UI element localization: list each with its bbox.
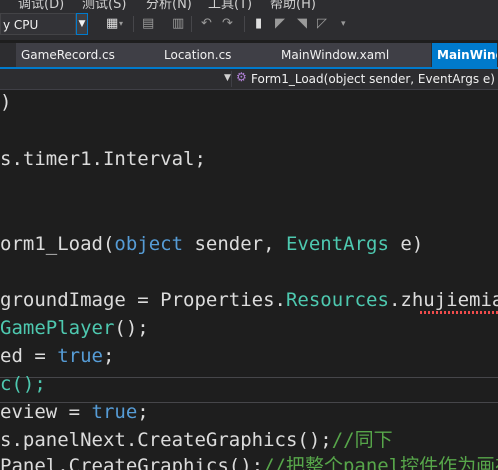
code-line: ): [0, 90, 11, 114]
debug-start-icon[interactable]: ▦: [106, 14, 118, 34]
toolbar: y CPU ▼ ▦ ▾ ▤ ▥ ↶ ↷ ▮ ◤ ◥ ◸ ▾: [0, 10, 498, 40]
tab-location[interactable]: Location.cs: [159, 43, 277, 67]
code-token: groundImage = Properties.: [0, 289, 286, 311]
menu-item-debug[interactable]: 调试(D): [18, 0, 64, 10]
code-token: ();: [114, 317, 149, 339]
code-line: orm1_Load(object sender, EventArgs e): [0, 232, 423, 256]
code-line: GamePlayer();: [0, 316, 149, 340]
code-token: ;: [137, 401, 149, 423]
code-token: ed =: [0, 345, 58, 367]
toolbar-separator: [133, 16, 134, 32]
code-token: c();: [0, 373, 46, 395]
platform-select[interactable]: y CPU: [0, 13, 76, 35]
toolbar-separator: [191, 16, 192, 32]
tab-gamerecord[interactable]: GameRecord.cs: [16, 43, 160, 67]
drop-arrow-icon[interactable]: ▾: [119, 14, 123, 34]
code-line: groundImage = Properties.Resources.zhuji…: [0, 288, 498, 312]
menu-bar: 调试(D) 测试(S) 分析(N) 工具(T) 帮助(H): [0, 0, 498, 10]
code-token: ;: [102, 345, 115, 367]
method-icon: ⚙: [236, 70, 247, 84]
code-token: e): [388, 233, 424, 255]
code-line: ed = true;: [0, 344, 114, 368]
code-token: ): [0, 91, 12, 113]
bookmark-icon[interactable]: ▮: [255, 14, 262, 34]
chevron-down-icon[interactable]: ▼: [76, 13, 88, 35]
toolbar-separator: [244, 16, 245, 32]
code-token: GamePlayer: [0, 317, 115, 339]
code-token: s.panelNext.CreateGraphics();: [0, 429, 332, 451]
code-line: eview = true;: [0, 400, 149, 424]
comment-icon[interactable]: ▤: [142, 14, 154, 34]
member-dropdown[interactable]: Form1_Load(object sender, EventArgs e): [251, 70, 495, 88]
prev-bookmark-icon[interactable]: ◤: [275, 14, 285, 34]
code-token: //把整个panel控件作为画布: [263, 455, 498, 470]
document-tabs: GameRecord.cs Location.cs MainWindow.xam…: [0, 43, 498, 67]
error-squiggle[interactable]: [420, 311, 498, 314]
code-editor[interactable]: ) s.timer1.Interval; orm1_Load(object se…: [0, 90, 498, 470]
uncomment-icon[interactable]: ▥: [172, 14, 184, 34]
clear-bookmarks-icon[interactable]: ◸: [317, 14, 327, 34]
tab-label: MainWindow.xaml: [281, 48, 390, 62]
navigation-bar: ▼ ⚙ Form1_Load(object sender, EventArgs …: [0, 69, 498, 90]
overflow-icon[interactable]: ▾: [341, 14, 346, 34]
code-line: c();: [0, 372, 46, 396]
code-token: sender,: [183, 233, 286, 255]
tab-label: GameRecord.cs: [21, 48, 115, 62]
code-line: s.panelNext.CreateGraphics();//同下: [0, 428, 393, 452]
code-token: s.timer1.Interval;: [0, 148, 206, 170]
menu-item-help[interactable]: 帮助(H): [270, 0, 316, 10]
code-token: object: [114, 233, 184, 255]
code-token: true: [91, 401, 138, 423]
tab-label: Location.cs: [164, 48, 232, 62]
menu-item-test[interactable]: 测试(S): [82, 0, 126, 10]
menu-item-analyze[interactable]: 分析(N): [146, 0, 192, 10]
code-token: orm1_Load(: [0, 233, 115, 255]
code-token: Resources: [285, 289, 389, 311]
redo-icon[interactable]: ↷: [222, 14, 233, 34]
nav-separator: [231, 71, 232, 87]
chevron-down-icon[interactable]: ▼: [224, 73, 231, 83]
code-line: Panel.CreateGraphics();//把整个panel控件作为画布: [0, 454, 498, 470]
undo-icon[interactable]: ↶: [201, 14, 212, 34]
code-token: true: [57, 345, 103, 367]
tab-mainwindow-xaml[interactable]: MainWindow.xaml: [276, 43, 432, 67]
tab-label: MainWindow.cs: [437, 48, 497, 62]
tab-mainwindow-cs[interactable]: MainWindow.cs: [432, 43, 498, 67]
code-line: s.timer1.Interval;: [0, 147, 206, 171]
code-token: eview =: [0, 401, 92, 423]
code-token: Panel.CreateGraphics();: [0, 455, 264, 470]
next-bookmark-icon[interactable]: ◥: [297, 14, 307, 34]
code-token: //同下: [331, 429, 393, 451]
code-token: .zhujiemian;: [388, 289, 498, 311]
code-token: EventArgs: [285, 233, 389, 255]
menu-item-tools[interactable]: 工具(T): [208, 0, 252, 10]
